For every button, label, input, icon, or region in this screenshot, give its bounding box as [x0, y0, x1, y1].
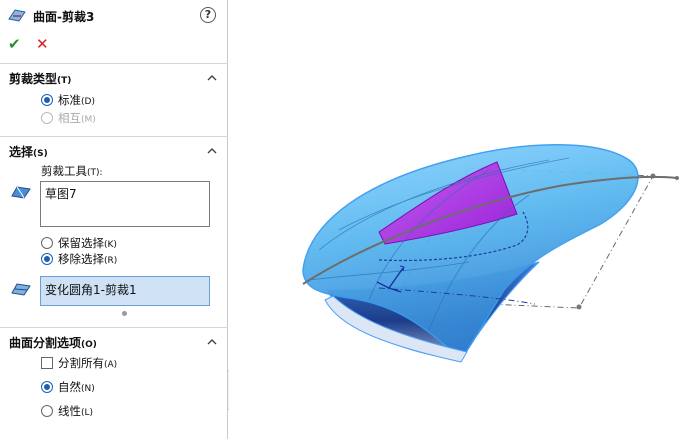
selection-key: (S) — [33, 149, 48, 159]
keep-selection-radio[interactable] — [41, 237, 53, 249]
pieces-item[interactable]: 变化圆角1-剪裁1 — [45, 281, 137, 298]
trim-type-header[interactable]: 剪裁类型(T) — [9, 70, 71, 87]
trim-tool-selection-icon — [11, 186, 31, 199]
pieces-list[interactable]: 变化圆角1-剪裁1 — [40, 276, 210, 306]
natural-label: 自然(N) — [58, 380, 95, 394]
natural-radio[interactable] — [41, 381, 53, 393]
linear-radio[interactable] — [41, 405, 53, 417]
help-button[interactable]: ? — [200, 7, 216, 23]
split-all-checkbox[interactable] — [41, 357, 53, 369]
property-manager: 曲面-剪裁3 ? ✔ ✕ 剪裁类型(T) 标准(D) 相互(M) 选择(S) 剪… — [0, 0, 228, 439]
trim-mutual-radio[interactable] — [41, 112, 53, 124]
pieces-selection-icon — [11, 283, 31, 296]
trim-tool-list[interactable]: 草图7 — [40, 181, 210, 227]
divider — [0, 327, 228, 328]
split-options-key: (O) — [81, 340, 97, 350]
surface-trim-icon — [8, 9, 26, 22]
split-options-title: 曲面分割选项 — [9, 336, 82, 350]
model-view — [302, 144, 679, 363]
selection-title: 选择 — [9, 145, 34, 159]
linear-label: 线性(L) — [58, 404, 94, 418]
selection-header[interactable]: 选择(S) — [9, 143, 48, 160]
trim-mutual-label: 相互(M) — [58, 111, 96, 125]
trim-type-title: 剪裁类型 — [9, 72, 58, 86]
remove-selection-radio[interactable] — [41, 253, 53, 265]
chevron-up-icon[interactable] — [207, 148, 217, 154]
chevron-up-icon[interactable] — [207, 339, 217, 345]
trim-standard-radio[interactable] — [41, 94, 53, 106]
keep-selection-label: 保留选择(K) — [58, 236, 117, 250]
split-all-label: 分割所有(A) — [58, 356, 118, 370]
feature-title: 曲面-剪裁3 — [33, 10, 95, 24]
cancel-button[interactable]: ✕ — [36, 36, 49, 52]
trim-tool-item[interactable]: 草图7 — [45, 185, 77, 202]
trim-type-key: (T) — [57, 76, 72, 86]
property-manager-header: 曲面-剪裁3 ? — [0, 0, 228, 30]
remove-selection-label: 移除选择(R) — [58, 252, 118, 266]
list-resize-handle[interactable] — [122, 311, 127, 316]
divider — [0, 63, 228, 64]
split-options-header[interactable]: 曲面分割选项(O) — [9, 334, 97, 351]
ok-button[interactable]: ✔ — [8, 36, 21, 52]
divider — [0, 136, 228, 137]
chevron-up-icon[interactable] — [207, 75, 217, 81]
trim-tool-label: 剪裁工具(T): — [41, 164, 103, 178]
trim-standard-label: 标准(D) — [58, 93, 95, 107]
graphics-viewport[interactable] — [229, 0, 700, 439]
